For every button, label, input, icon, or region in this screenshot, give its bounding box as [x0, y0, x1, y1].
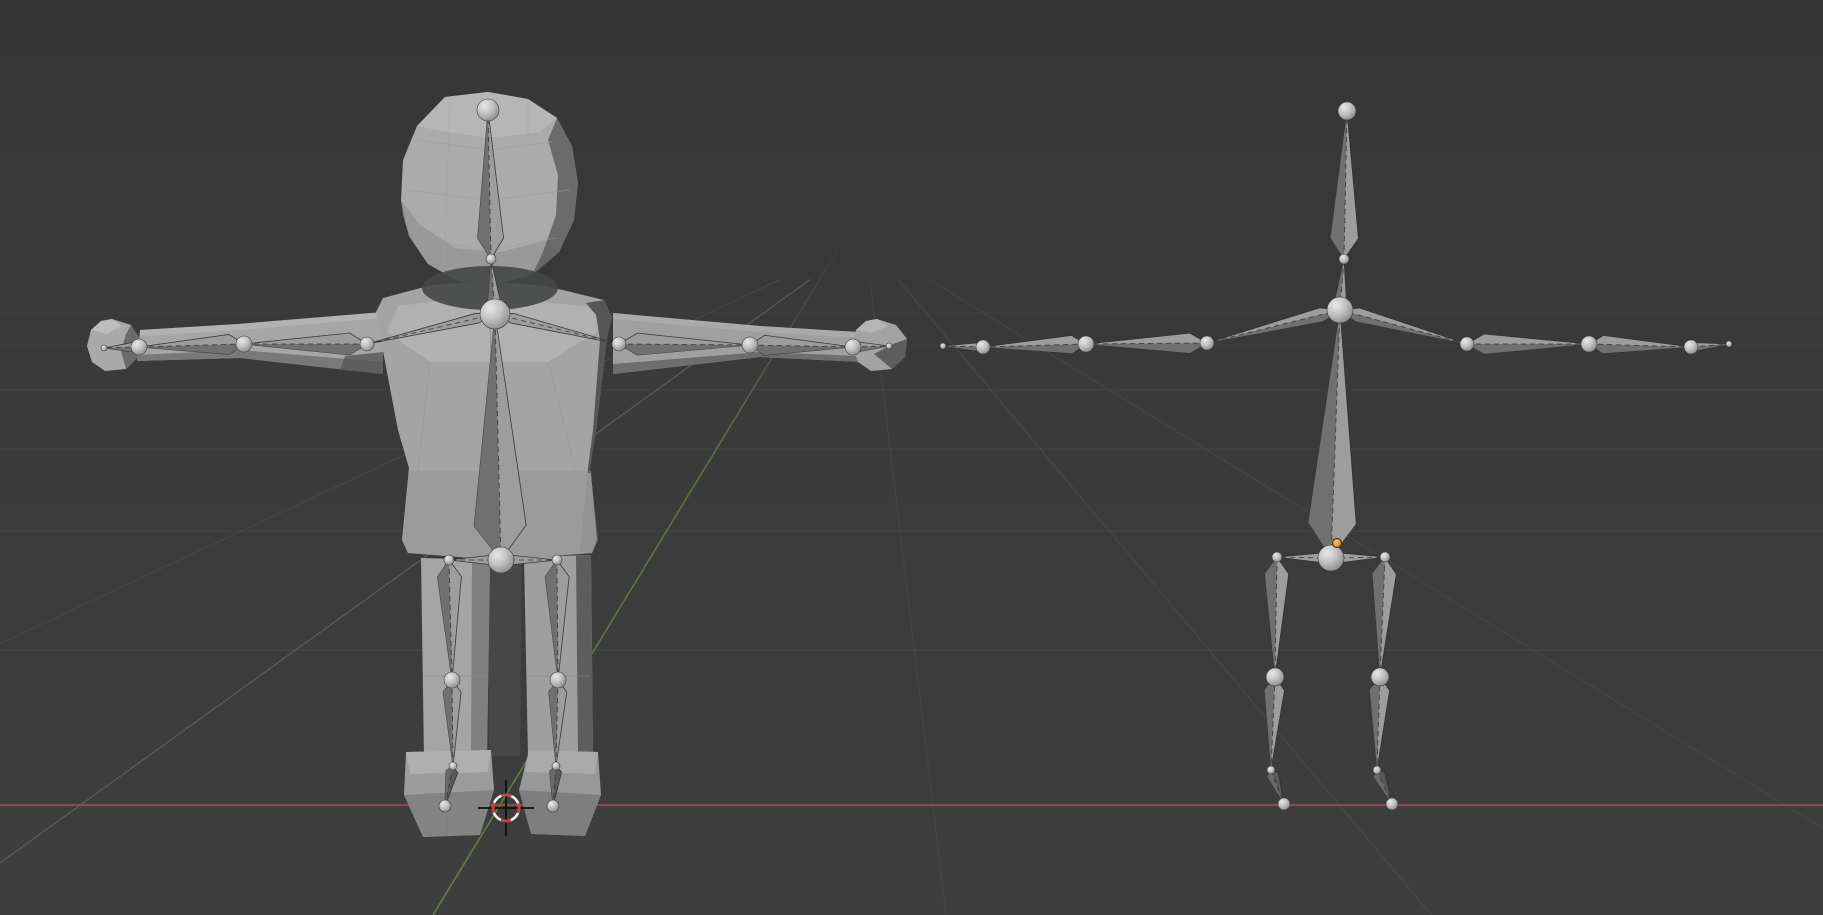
joint-toe-l[interactable]	[439, 800, 451, 812]
legs-gap-shadow	[488, 556, 522, 756]
joint-head-tip[interactable]	[477, 99, 499, 121]
bone-shade-facet	[1467, 344, 1589, 354]
joint-knee-l[interactable]	[1266, 668, 1284, 686]
joint-shoulder-l[interactable]	[1200, 336, 1214, 350]
joint-shoulder-l[interactable]	[360, 337, 374, 351]
boot-left-bottom	[404, 790, 494, 837]
joint-ankle-r[interactable]	[552, 762, 560, 770]
joint-hip-r[interactable]	[1380, 552, 1390, 562]
joint-wrist-l[interactable]	[976, 340, 990, 354]
joint-toe-l[interactable]	[1278, 798, 1290, 810]
joint-chest[interactable]	[480, 299, 510, 329]
joint-ankle-r[interactable]	[1373, 766, 1381, 774]
joint-toe-r[interactable]	[1386, 798, 1398, 810]
grid-line-y	[870, 280, 957, 915]
joint-pelvis[interactable]	[1318, 545, 1344, 571]
joint-pelvis[interactable]	[488, 547, 514, 573]
joint-head-tip[interactable]	[1338, 102, 1356, 120]
joint-knee-l[interactable]	[444, 672, 460, 688]
joint-neck[interactable]	[486, 254, 496, 264]
joint-ankle-l[interactable]	[449, 762, 457, 770]
boot-right-top	[525, 750, 598, 774]
joint-elbow-r[interactable]	[1581, 336, 1597, 352]
joint-hip-l[interactable]	[1272, 552, 1282, 562]
joint-knee-r[interactable]	[550, 672, 566, 688]
joint-hand-r[interactable]	[886, 343, 892, 349]
grid-line-y	[898, 280, 1506, 915]
blender-3d-viewport[interactable]	[0, 0, 1823, 915]
joint-neck[interactable]	[1339, 254, 1349, 264]
armature-skeleton[interactable]	[940, 102, 1732, 810]
joint-hand-l[interactable]	[940, 343, 946, 349]
bone-wire	[1340, 310, 1467, 344]
boot-right-bottom	[519, 790, 601, 836]
object-origin-point[interactable]	[1333, 539, 1342, 548]
joint-ankle-l[interactable]	[1267, 766, 1275, 774]
joint-elbow-l[interactable]	[236, 336, 252, 352]
viewport-scene	[0, 0, 1823, 915]
joint-wrist-r[interactable]	[1684, 340, 1698, 354]
bone-shade-facet	[1086, 343, 1207, 353]
joint-elbow-r[interactable]	[742, 337, 758, 353]
joint-hand-l[interactable]	[101, 345, 107, 351]
floor-grid	[0, 280, 1823, 915]
joint-toe-r[interactable]	[547, 800, 559, 812]
leg-left-inner-shadow	[471, 560, 490, 756]
joint-shoulder-r[interactable]	[1460, 337, 1474, 351]
joint-hip-l[interactable]	[444, 555, 454, 565]
joint-chest[interactable]	[1327, 297, 1353, 323]
joint-wrist-r[interactable]	[845, 339, 861, 355]
joint-hand-r[interactable]	[1726, 341, 1732, 347]
joint-hip-r[interactable]	[552, 555, 562, 565]
joint-wrist-l[interactable]	[131, 339, 147, 355]
leg-right-side-shadow	[576, 555, 593, 756]
joint-knee-r[interactable]	[1371, 668, 1389, 686]
joint-shoulder-r[interactable]	[612, 337, 626, 351]
joint-elbow-l[interactable]	[1078, 336, 1094, 352]
